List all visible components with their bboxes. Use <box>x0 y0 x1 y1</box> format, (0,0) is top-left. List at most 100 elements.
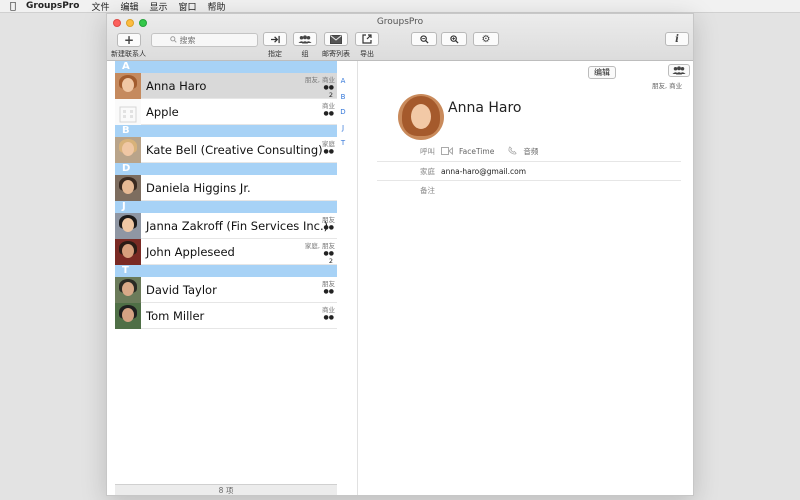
notes-row[interactable]: 备注 <box>377 185 681 196</box>
export-label: 导出 <box>360 50 374 58</box>
assign-button[interactable] <box>263 32 287 46</box>
section-header-a: A <box>115 61 337 73</box>
contact-row-anna-haro[interactable]: Anna Haro 朋友, 商业 ●● 2 <box>115 72 337 99</box>
contact-name: Anna Haro <box>146 78 207 93</box>
avatar <box>115 276 141 303</box>
contact-row-daniela-higgins[interactable]: Daniela Higgins Jr. <box>115 174 337 201</box>
group-icon: ●● <box>323 110 334 117</box>
group-icon: ●● <box>323 250 334 257</box>
section-header-d: D <box>115 163 337 175</box>
group-icon: ●● <box>323 288 334 295</box>
audio-call-link[interactable]: 音频 <box>523 146 538 157</box>
group-icon: ●● <box>323 148 334 155</box>
contact-groups: 商业 <box>322 102 335 110</box>
menu-window[interactable]: 窗口 <box>178 0 196 13</box>
notes-label: 备注 <box>420 186 435 195</box>
contact-full-name: Anna Haro <box>448 100 522 116</box>
group-button[interactable] <box>293 32 317 46</box>
envelope-icon <box>330 34 342 44</box>
contact-row-tom-miller[interactable]: Tom Miller 商业 ●● <box>115 302 337 329</box>
assign-label: 指定 <box>268 50 282 58</box>
index-letter-d[interactable]: D <box>337 105 349 121</box>
search-icon <box>169 35 177 45</box>
group-icon <box>298 34 312 43</box>
field-separator <box>377 161 681 162</box>
avatar <box>115 302 141 329</box>
index-letter-t[interactable]: T <box>337 136 349 152</box>
contact-row-david-taylor[interactable]: David Taylor 朋友 ●● <box>115 276 337 303</box>
pane-divider[interactable] <box>357 61 358 495</box>
mailing-list-button[interactable] <box>324 32 348 46</box>
group-icon: ●● <box>323 84 334 91</box>
search-input[interactable] <box>179 35 240 45</box>
menu-edit[interactable]: 编辑 <box>120 0 138 13</box>
contact-groups: 商业 <box>322 306 335 314</box>
info-icon: i <box>675 33 679 45</box>
building-icon <box>115 98 141 125</box>
contact-name: Kate Bell (Creative Consulting) <box>146 142 323 157</box>
main-window: GroupsPro + 新建联系人 指定 组 邮寄列表 <box>106 13 694 496</box>
search-field[interactable] <box>151 33 258 47</box>
contact-name: David Taylor <box>146 282 217 297</box>
section-header-j: J <box>115 201 337 213</box>
info-button[interactable]: i <box>665 32 689 46</box>
alphabet-index: A B D J T <box>337 74 349 152</box>
group-icon: ●● <box>323 224 334 231</box>
menu-view[interactable]: 显示 <box>149 0 167 13</box>
contact-groups: 朋友 <box>322 280 335 288</box>
zoom-in-button[interactable] <box>441 32 467 46</box>
zoom-out-icon <box>419 34 429 44</box>
avatar <box>115 238 141 265</box>
contact-name: Apple <box>146 104 179 119</box>
avatar <box>115 174 141 201</box>
email-label: 家庭 <box>420 167 435 176</box>
title-bar: GroupsPro + 新建联系人 指定 组 邮寄列表 <box>107 14 693 61</box>
contact-row-kate-bell[interactable]: Kate Bell (Creative Consulting) 家庭 ●● <box>115 136 337 163</box>
section-header-t: T <box>115 265 337 277</box>
menu-file[interactable]: 文件 <box>91 0 109 13</box>
index-letter-a[interactable]: A <box>337 74 349 90</box>
contact-list: A Anna Haro 朋友, 商业 ●● 2 Apple 商业 ●● B Ka… <box>115 61 337 495</box>
contact-row-apple[interactable]: Apple 商业 ●● <box>115 98 337 125</box>
menu-app-name[interactable]: GroupsPro <box>26 1 79 11</box>
index-letter-b[interactable]: B <box>337 90 349 106</box>
group-icon: ●● <box>323 314 334 321</box>
avatar <box>115 212 141 239</box>
export-icon <box>362 34 372 44</box>
zoom-in-icon <box>449 34 459 44</box>
contact-groups: 家庭 <box>322 140 335 148</box>
contact-groups-text: 朋友, 商业 <box>652 82 683 90</box>
contact-name: Janna Zakroff (Fin Services Inc.) <box>146 218 329 233</box>
video-camera-icon <box>441 146 453 157</box>
contact-name: Daniela Higgins Jr. <box>146 180 251 195</box>
field-separator <box>377 180 681 181</box>
export-button[interactable] <box>355 32 379 46</box>
group-label: 组 <box>301 50 309 58</box>
email-value[interactable]: anna-haro@gmail.com <box>441 167 526 176</box>
apple-menu-icon[interactable]:  <box>0 1 26 12</box>
facetime-link[interactable]: FaceTime <box>459 147 494 156</box>
contact-groups-button[interactable] <box>668 64 690 77</box>
contact-photo <box>398 94 444 140</box>
group-icon <box>672 66 686 75</box>
assign-icon <box>270 35 280 43</box>
index-letter-j[interactable]: J <box>337 121 349 137</box>
mailing-list-label: 邮寄列表 <box>322 50 350 58</box>
new-contact-button[interactable]: + <box>117 33 141 47</box>
contact-name: John Appleseed <box>146 244 235 259</box>
call-row: 呼叫 FaceTime 音频 <box>377 146 681 157</box>
zoom-out-button[interactable] <box>411 32 437 46</box>
settings-button[interactable]: ⚙ <box>473 32 499 46</box>
new-contact-label: 新建联系人 <box>111 50 146 58</box>
contact-row-john-appleseed[interactable]: John Appleseed 家庭, 朋友 ●● 2 <box>115 238 337 265</box>
call-label: 呼叫 <box>420 147 435 156</box>
plus-icon: + <box>123 33 135 47</box>
email-row: 家庭 anna-haro@gmail.com <box>377 166 681 177</box>
contact-name: Tom Miller <box>146 308 205 323</box>
avatar <box>115 136 141 163</box>
contact-row-janna-zakroff[interactable]: Janna Zakroff (Fin Services Inc.) 朋友 ●● <box>115 212 337 239</box>
section-header-b: B <box>115 125 337 137</box>
menu-help[interactable]: 帮助 <box>208 0 226 13</box>
contact-groups: 朋友 <box>322 216 335 224</box>
edit-button[interactable]: 编辑 <box>588 66 616 79</box>
